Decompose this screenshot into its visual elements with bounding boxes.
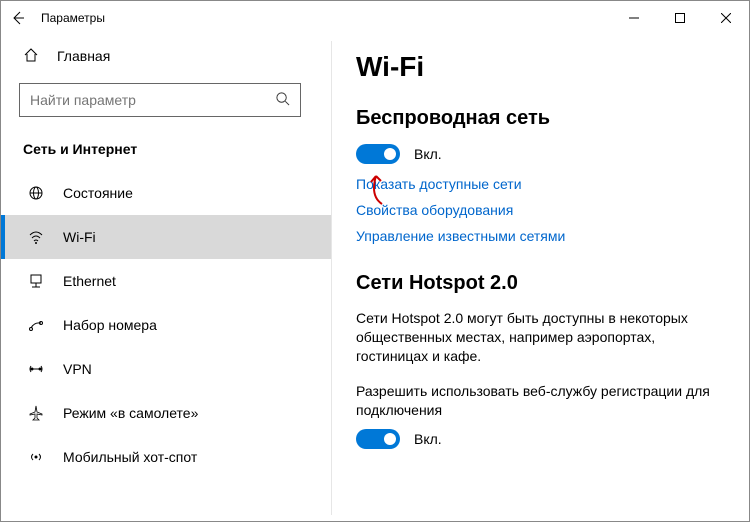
search-wrap	[1, 77, 331, 121]
sidebar-item-label: Мобильный хот-спот	[63, 449, 197, 465]
wireless-heading: Беспроводная сеть	[356, 107, 725, 130]
sidebar: Главная Сеть и Интернет Состояние	[1, 35, 331, 521]
wifi-toggle[interactable]	[356, 144, 400, 164]
link-show-networks[interactable]: Показать доступные сети	[356, 176, 725, 192]
sidebar-item-vpn[interactable]: VPN	[1, 347, 331, 391]
sidebar-nav: Состояние Wi-Fi Ethernet	[1, 171, 331, 521]
sidebar-item-status[interactable]: Состояние	[1, 171, 331, 215]
hotspot-icon	[27, 449, 45, 465]
globe-icon	[27, 185, 45, 201]
maximize-icon	[675, 13, 685, 23]
sidebar-item-label: Ethernet	[63, 273, 116, 289]
sidebar-item-label: Набор номера	[63, 317, 157, 333]
arrow-left-icon	[10, 10, 26, 26]
hotspot-allow-prompt: Разрешить использовать веб-службу регист…	[356, 382, 725, 420]
window-body: Главная Сеть и Интернет Состояние	[1, 35, 749, 521]
hotspot-toggle-label: Вкл.	[414, 431, 442, 447]
toggle-knob	[384, 148, 396, 160]
search-box[interactable]	[19, 83, 301, 117]
search-input[interactable]	[30, 92, 275, 108]
hotspot-heading: Сети Hotspot 2.0	[356, 272, 725, 295]
home-icon	[23, 47, 39, 66]
minimize-icon	[629, 13, 639, 23]
close-button[interactable]	[703, 1, 749, 35]
sidebar-item-label: Состояние	[63, 185, 133, 201]
toggle-knob	[384, 433, 396, 445]
back-button[interactable]	[1, 10, 35, 26]
sidebar-category: Сеть и Интернет	[1, 121, 331, 171]
link-hardware-properties[interactable]: Свойства оборудования	[356, 202, 725, 218]
wifi-toggle-row: Вкл.	[356, 144, 725, 164]
wifi-icon	[27, 229, 45, 245]
sidebar-item-label: Режим «в самолете»	[63, 405, 198, 421]
sidebar-item-hotspot[interactable]: Мобильный хот-спот	[1, 435, 331, 479]
hotspot-description: Сети Hotspot 2.0 могут быть доступны в н…	[356, 309, 725, 366]
sidebar-home-label: Главная	[57, 48, 110, 64]
sidebar-item-wifi[interactable]: Wi-Fi	[1, 215, 331, 259]
close-icon	[721, 13, 731, 23]
sidebar-home[interactable]: Главная	[1, 35, 331, 77]
sidebar-item-label: VPN	[63, 361, 92, 377]
sidebar-item-ethernet[interactable]: Ethernet	[1, 259, 331, 303]
content-panel: Wi-Fi Беспроводная сеть Вкл. Показать до…	[332, 35, 749, 521]
sidebar-item-airplane[interactable]: Режим «в самолете»	[1, 391, 331, 435]
link-manage-known-networks[interactable]: Управление известными сетями	[356, 228, 725, 244]
ethernet-icon	[27, 273, 45, 289]
page-title: Wi-Fi	[356, 51, 725, 83]
minimize-button[interactable]	[611, 1, 657, 35]
settings-window: Параметры Главная	[0, 0, 750, 522]
titlebar: Параметры	[1, 1, 749, 35]
hotspot-toggle[interactable]	[356, 429, 400, 449]
sidebar-item-label: Wi-Fi	[63, 229, 96, 245]
wifi-toggle-label: Вкл.	[414, 146, 442, 162]
window-title: Параметры	[35, 11, 105, 25]
hotspot-toggle-row: Вкл.	[356, 429, 725, 449]
sidebar-item-dialup[interactable]: Набор номера	[1, 303, 331, 347]
dialup-icon	[27, 317, 45, 333]
airplane-icon	[27, 405, 45, 421]
maximize-button[interactable]	[657, 1, 703, 35]
search-icon	[275, 91, 290, 109]
vpn-icon	[27, 361, 45, 377]
